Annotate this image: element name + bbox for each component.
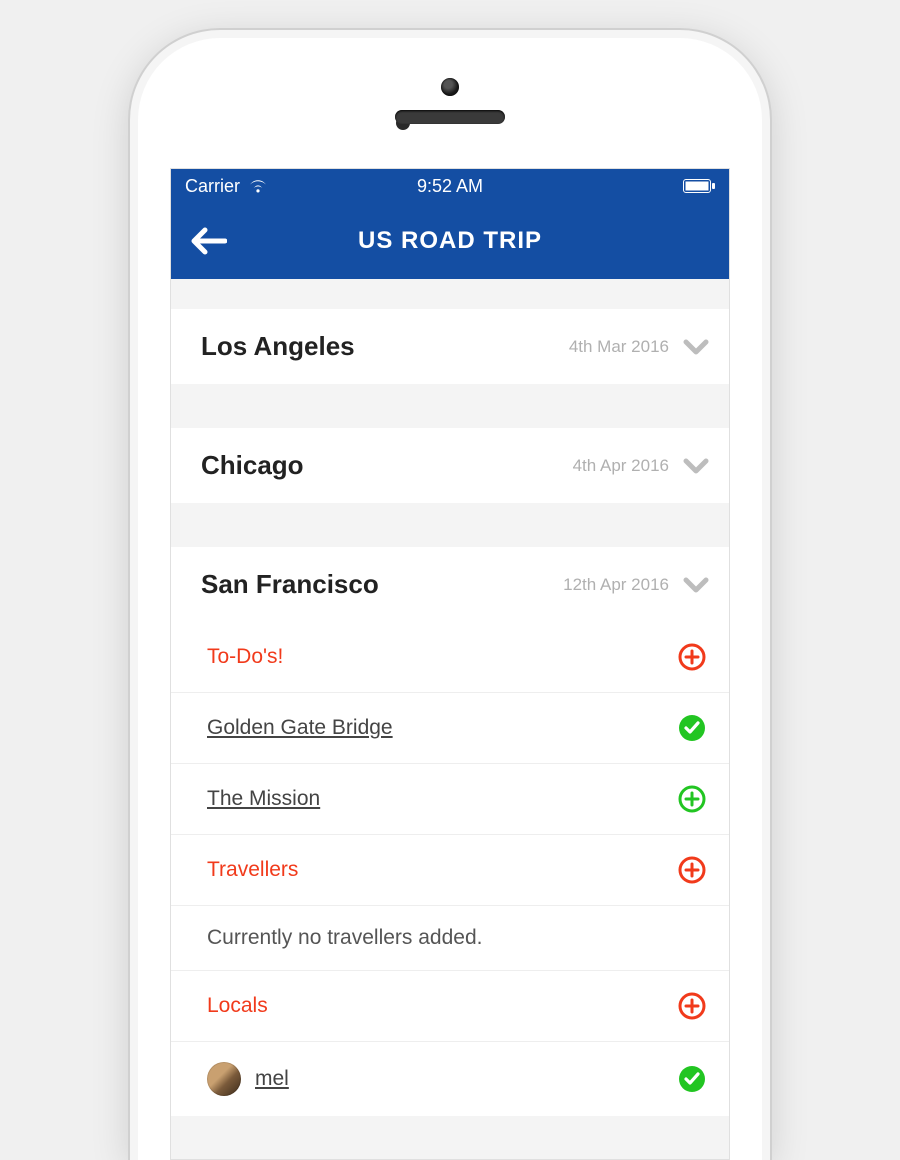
city-row-los-angeles[interactable]: Los Angeles 4th Mar 2016 xyxy=(171,309,729,384)
travellers-header: Travellers xyxy=(207,858,298,882)
front-camera xyxy=(441,78,459,96)
todo-link[interactable]: Golden Gate Bridge xyxy=(207,716,393,740)
phone-inner: Carrier 9:52 AM US ROAD TRIP xyxy=(138,38,762,1160)
content-area: Los Angeles 4th Mar 2016 Chicago 4th Apr… xyxy=(171,279,729,1159)
city-row-chicago[interactable]: Chicago 4th Apr 2016 xyxy=(171,428,729,503)
check-circle-icon xyxy=(678,714,706,742)
todo-status-open[interactable] xyxy=(677,784,707,814)
phone-frame: Carrier 9:52 AM US ROAD TRIP xyxy=(130,30,770,1160)
travellers-empty-text: Currently no travellers added. xyxy=(207,926,482,950)
chevron-down-icon xyxy=(683,457,709,475)
add-traveller-button[interactable] xyxy=(677,855,707,885)
arrow-left-icon xyxy=(191,227,227,255)
plus-circle-icon xyxy=(678,992,706,1020)
locals-header-row: Locals xyxy=(171,970,729,1041)
page-title: US ROAD TRIP xyxy=(358,227,542,255)
city-row-san-francisco[interactable]: San Francisco 12th Apr 2016 xyxy=(171,547,729,622)
wifi-icon xyxy=(248,179,268,194)
battery-icon xyxy=(683,179,715,193)
plus-circle-icon xyxy=(678,643,706,671)
status-bar: Carrier 9:52 AM xyxy=(171,169,729,203)
city-date: 12th Apr 2016 xyxy=(563,575,669,595)
todo-status-done[interactable] xyxy=(677,713,707,743)
add-local-button[interactable] xyxy=(677,991,707,1021)
city-name: San Francisco xyxy=(201,569,379,600)
speaker-grille xyxy=(395,110,505,124)
locals-header: Locals xyxy=(207,994,268,1018)
todos-header-row: To-Do's! xyxy=(171,622,729,692)
city-date: 4th Mar 2016 xyxy=(569,337,669,357)
local-status-done[interactable] xyxy=(677,1064,707,1094)
local-user-link[interactable]: mel xyxy=(255,1067,289,1091)
expanded-section: To-Do's! Golden Gate Bridge xyxy=(171,622,729,1116)
nav-header: US ROAD TRIP xyxy=(171,203,729,279)
screen: Carrier 9:52 AM US ROAD TRIP xyxy=(170,168,730,1160)
plus-circle-icon xyxy=(678,785,706,813)
city-name: Los Angeles xyxy=(201,331,355,362)
todo-item: Golden Gate Bridge xyxy=(171,692,729,763)
travellers-header-row: Travellers xyxy=(171,834,729,905)
travellers-empty-row: Currently no travellers added. xyxy=(171,905,729,970)
city-name: Chicago xyxy=(201,450,304,481)
todos-header: To-Do's! xyxy=(207,645,283,669)
avatar xyxy=(207,1062,241,1096)
chevron-down-icon xyxy=(683,338,709,356)
chevron-down-icon xyxy=(683,576,709,594)
plus-circle-icon xyxy=(678,856,706,884)
check-circle-icon xyxy=(678,1065,706,1093)
todo-link[interactable]: The Mission xyxy=(207,787,320,811)
carrier-label: Carrier xyxy=(185,176,240,197)
todo-item: The Mission xyxy=(171,763,729,834)
city-date: 4th Apr 2016 xyxy=(573,456,669,476)
add-todo-button[interactable] xyxy=(677,642,707,672)
back-button[interactable] xyxy=(185,217,233,265)
local-user-row: mel xyxy=(171,1041,729,1116)
